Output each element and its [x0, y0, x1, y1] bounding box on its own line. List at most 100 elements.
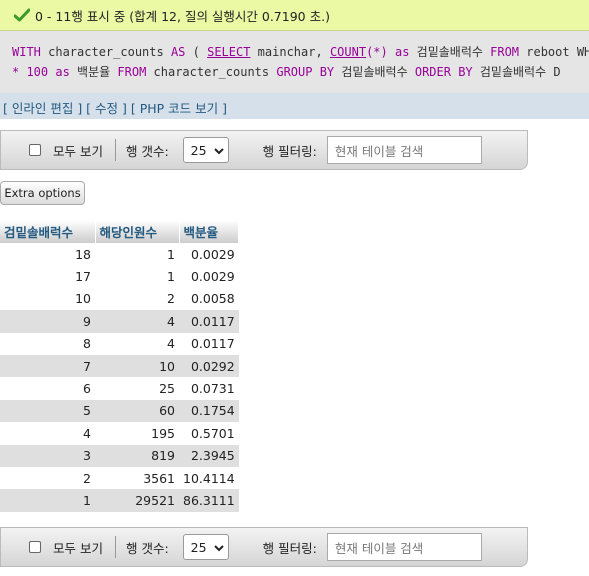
sql-token: GROUP BY — [276, 65, 335, 79]
table-cell: 4 — [95, 310, 179, 333]
sql-line-1: WITH character_counts AS ( SELECT mainch… — [12, 42, 589, 62]
row-count-value: 25 — [190, 142, 207, 158]
table-row[interactable]: 4 195 0.5701 — [0, 422, 239, 445]
table-cell: 2 — [95, 287, 179, 311]
column-header[interactable]: 검밑솔배럭수 — [0, 220, 96, 243]
sql-token: COUNT — [329, 45, 367, 59]
column-header[interactable]: 해당인원수 — [95, 220, 180, 243]
sql-token: mainchar, — [250, 45, 330, 59]
table-cell: 0.0029 — [179, 243, 239, 266]
table-row[interactable]: 8 4 0.0117 — [0, 332, 239, 355]
column-header[interactable]: 백분율 — [179, 220, 240, 243]
table-row[interactable]: 17 1 0.0029 — [0, 265, 239, 288]
table-row[interactable]: 1 29521 86.3111 — [0, 489, 239, 512]
table-cell: 10 — [0, 287, 95, 311]
table-cell: 0.0117 — [179, 310, 239, 333]
row-count-value: 25 — [190, 539, 207, 555]
sql-token: SELECT — [207, 45, 251, 59]
table-cell: 9 — [0, 310, 95, 333]
sql-token: character_counts — [40, 45, 171, 59]
table-cell: 1 — [95, 243, 179, 266]
chevron-down-icon — [213, 143, 224, 158]
sql-token: as — [387, 45, 417, 59]
table-cell: 2.3945 — [179, 444, 239, 467]
table-cell: 4 — [95, 332, 179, 355]
table-cell: 0.5701 — [179, 422, 239, 445]
row-count-label: 행 갯수: — [125, 540, 169, 556]
sql-token: ORDER BY — [414, 65, 473, 79]
bracket: ] [ — [118, 101, 140, 116]
table-cell: 29521 — [95, 489, 179, 512]
inline-edit-link[interactable]: 인라인 편집 — [12, 101, 73, 116]
table-cell: 2 — [0, 466, 95, 490]
sql-token: ( — [185, 45, 208, 59]
chevron-down-icon — [213, 540, 224, 555]
table-row[interactable]: 7 10 0.0292 — [0, 354, 239, 378]
sql-token: 검밑솔배럭수 — [416, 45, 491, 59]
row-count-label: 행 갯수: — [125, 143, 169, 159]
table-row[interactable]: 3 819 2.3945 — [0, 444, 239, 467]
sql-token: reboot WH — [519, 45, 589, 59]
row-filter-label: 행 필터링: — [262, 540, 317, 556]
table-row[interactable]: 5 60 0.1754 — [0, 399, 239, 423]
show-all-label: 모두 보기 — [53, 143, 103, 159]
navigation-bar-top: 모두 보기 행 갯수: 25 행 필터링: 현재 테이블 검색 — [0, 130, 528, 170]
sql-token: character_counts — [146, 65, 277, 79]
table-cell: 0.0292 — [179, 354, 239, 378]
sql-token: FROM — [490, 45, 520, 59]
row-filter-input[interactable]: 현재 테이블 검색 — [326, 136, 482, 164]
separator — [114, 139, 116, 161]
table-cell: 3561 — [95, 466, 179, 490]
row-count-select[interactable]: 25 — [182, 137, 229, 163]
table-cell: 819 — [95, 444, 179, 467]
table-row[interactable]: 10 2 0.0058 — [0, 287, 239, 311]
table-cell: 1 — [0, 489, 95, 512]
table-cell: 3 — [0, 444, 95, 467]
show-all-checkbox[interactable] — [29, 144, 41, 156]
row-filter-input[interactable]: 현재 테이블 검색 — [326, 533, 482, 561]
table-row[interactable]: 6 25 0.0731 — [0, 377, 239, 400]
row-count-select[interactable]: 25 — [182, 534, 229, 560]
sql-token: WITH — [12, 45, 41, 59]
sql-token: AS — [170, 45, 186, 59]
table-cell: 0.0731 — [179, 377, 239, 400]
sql-token: * 100 — [12, 65, 56, 79]
table-row[interactable]: 2 3561 10.4114 — [0, 466, 239, 490]
table-cell: 6 — [0, 377, 95, 400]
show-all-checkbox[interactable] — [29, 541, 41, 553]
extra-options-button[interactable]: Extra options — [0, 181, 85, 205]
table-cell: 10 — [95, 354, 179, 378]
separator — [114, 536, 116, 558]
table-cell: 0.0029 — [179, 265, 239, 288]
sql-token: FROM — [117, 65, 147, 79]
edit-link[interactable]: 수정 — [95, 101, 118, 116]
row-filter-placeholder: 현재 테이블 검색 — [334, 143, 424, 159]
bracket: ] — [218, 101, 228, 116]
table-row[interactable]: 9 4 0.0117 — [0, 310, 239, 333]
table-cell: 25 — [95, 377, 179, 400]
table-cell: 8 — [0, 332, 95, 355]
sql-token: as — [55, 65, 70, 79]
query-tools-row: [ 인라인 편집 ] [ 수정 ] [ PHP 코드 보기 ] — [0, 93, 589, 119]
sql-token: 백분율 — [69, 65, 118, 79]
table-cell: 18 — [0, 243, 95, 266]
sql-line-2: * 100 as 백분율 FROM character_counts GROUP… — [12, 62, 589, 82]
table-row[interactable]: 18 1 0.0029 — [0, 243, 239, 266]
row-filter-placeholder: 현재 테이블 검색 — [334, 540, 424, 556]
table-cell: 60 — [95, 399, 179, 423]
table-cell: 17 — [0, 265, 95, 288]
sql-query-display[interactable]: WITH character_counts AS ( SELECT mainch… — [0, 31, 589, 93]
check-icon — [14, 8, 30, 22]
table-cell: 7 — [0, 354, 95, 378]
table-cell: 86.3111 — [179, 489, 239, 512]
navigation-bar-bottom: 모두 보기 행 갯수: 25 행 필터링: 현재 테이블 검색 — [0, 527, 528, 567]
show-all-label: 모두 보기 — [53, 540, 103, 556]
bracket: ] [ — [73, 101, 96, 116]
sql-token: 검밑솔배럭수 — [334, 65, 415, 79]
success-message-text: 0 - 11행 표시 중 (합계 12, 질의 실행시간 0.7190 초.) — [35, 8, 330, 24]
table-cell: 0.0117 — [179, 332, 239, 355]
php-code-link[interactable]: PHP 코드 보기 — [140, 101, 218, 116]
sql-token: 검밑솔배럭수 D — [472, 65, 561, 79]
table-cell: 5 — [0, 399, 95, 423]
table-cell: 1 — [95, 265, 179, 288]
